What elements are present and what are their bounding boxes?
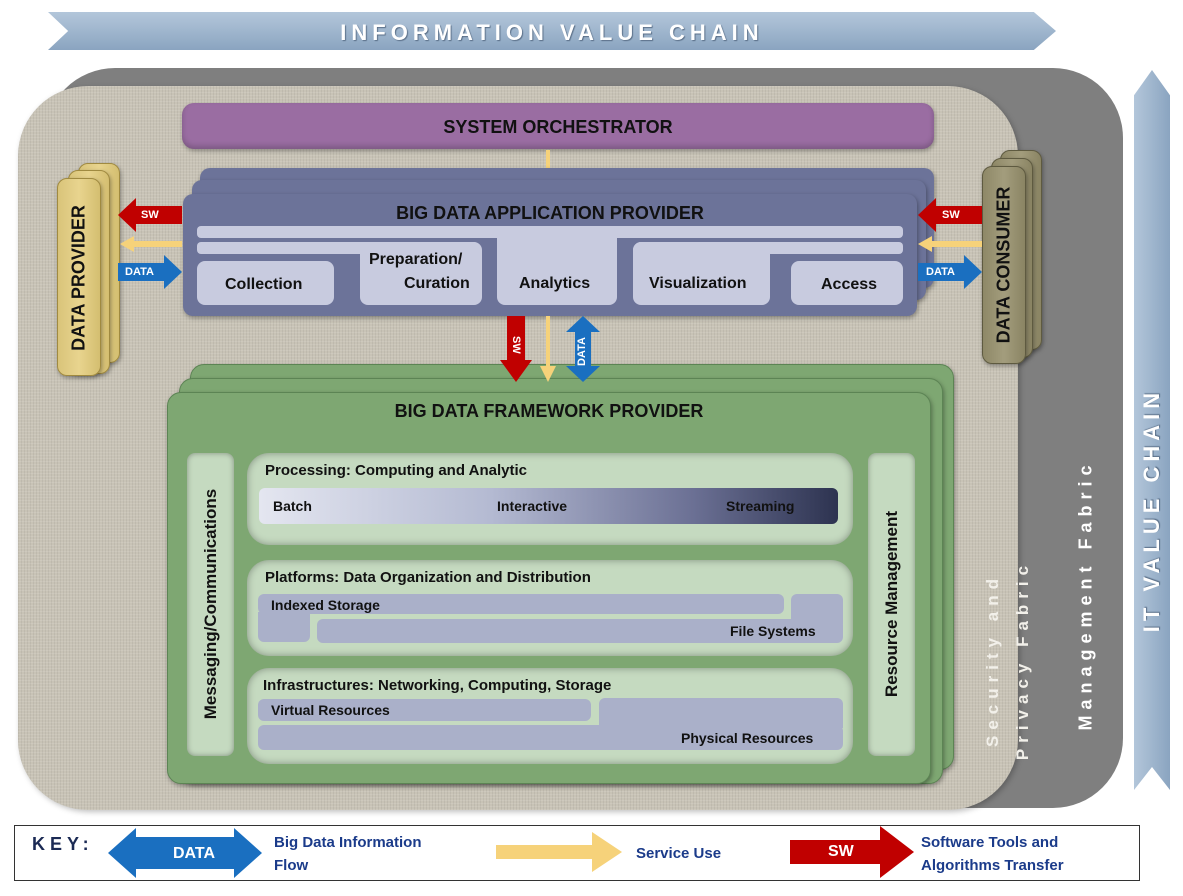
activity-analytics-label: Analytics — [519, 275, 591, 292]
data-consumer-label: DATA CONSUMER — [993, 186, 1014, 344]
processing-interactive: Interactive — [497, 498, 568, 514]
processing-batch: Batch — [273, 498, 312, 514]
information-value-chain-banner: INFORMATION VALUE CHAIN — [48, 12, 1056, 50]
legend-service-arrow — [496, 832, 622, 872]
service-arrow-to-framework — [540, 316, 556, 382]
activity-access[interactable]: Access — [791, 261, 903, 305]
activity-preparation-label-line1: Preparation/ — [369, 251, 463, 268]
data-provider-label: DATA PROVIDER — [68, 205, 89, 351]
messaging-communications-label: Messaging/Communications — [201, 488, 220, 720]
application-provider-title: BIG DATA APPLICATION PROVIDER — [396, 203, 704, 223]
activity-preparation-curation[interactable]: Preparation/ Curation — [360, 242, 482, 305]
service-arrow-from-data-consumer — [918, 236, 982, 252]
legend-sw-desc-line2: Algorithms Transfer — [921, 857, 1064, 874]
infrastructures-title: Infrastructures: Networking, Computing, … — [263, 677, 612, 694]
indexed-storage-label: Indexed Storage — [271, 597, 380, 613]
legend-service-desc: Service Use — [636, 845, 722, 862]
activity-visualization-label: Visualization — [649, 275, 747, 292]
activity-access-label: Access — [821, 276, 878, 293]
it-value-chain-banner: IT VALUE CHAIN — [1134, 70, 1170, 790]
data-arrow-label-vertical: DATA — [576, 337, 588, 366]
indexed-storage-bar-tail — [258, 612, 310, 642]
physical-resources-label: Physical Resources — [681, 730, 814, 746]
framework-provider-title: BIG DATA FRAMEWORK PROVIDER — [394, 401, 704, 421]
legend-sw-label: SW — [828, 843, 854, 860]
data-arrow-label-right: DATA — [926, 266, 955, 278]
legend-data-label: DATA — [173, 845, 216, 862]
security-fabric-label-line1: Security and — [983, 572, 1002, 748]
physical-resources-bar-head — [599, 698, 843, 728]
system-orchestrator-label: SYSTEM ORCHESTRATOR — [443, 117, 673, 137]
activity-analytics[interactable]: Analytics — [497, 236, 617, 305]
sw-arrow-label-vertical: SW — [510, 336, 522, 354]
activity-visualization[interactable]: Visualization — [633, 242, 770, 305]
system-orchestrator[interactable]: SYSTEM ORCHESTRATOR — [182, 103, 934, 149]
security-fabric-label-line2: Privacy Fabric — [1013, 559, 1032, 761]
management-fabric-label: Management Fabric — [1075, 459, 1096, 731]
file-systems-label: File Systems — [730, 623, 816, 639]
virtual-resources-label: Virtual Resources — [271, 702, 390, 718]
legend-data-desc-line2: Flow — [274, 857, 309, 874]
data-arrow-label-left: DATA — [125, 266, 154, 278]
legend-key-title: KEY: — [32, 834, 94, 854]
processing-title: Processing: Computing and Analytic — [265, 462, 527, 479]
activity-collection[interactable]: Collection — [197, 261, 334, 305]
activity-preparation-label-line2: Curation — [404, 275, 470, 292]
legend-data-desc-line1: Big Data Information — [274, 834, 422, 851]
platforms-title: Platforms: Data Organization and Distrib… — [265, 569, 591, 586]
activity-collection-label: Collection — [225, 276, 303, 293]
file-systems-bar-head — [791, 594, 843, 624]
processing-streaming: Streaming — [726, 498, 795, 514]
service-arrow-to-data-provider — [120, 236, 182, 252]
legend-sw-desc-line1: Software Tools and — [921, 834, 1059, 851]
sw-arrow-label-left: SW — [141, 209, 159, 221]
resource-management-label: Resource Management — [882, 510, 901, 698]
it-value-chain-label: IT VALUE CHAIN — [1139, 387, 1164, 633]
information-value-chain-label: INFORMATION VALUE CHAIN — [340, 20, 764, 45]
sw-arrow-label-right: SW — [942, 209, 960, 221]
